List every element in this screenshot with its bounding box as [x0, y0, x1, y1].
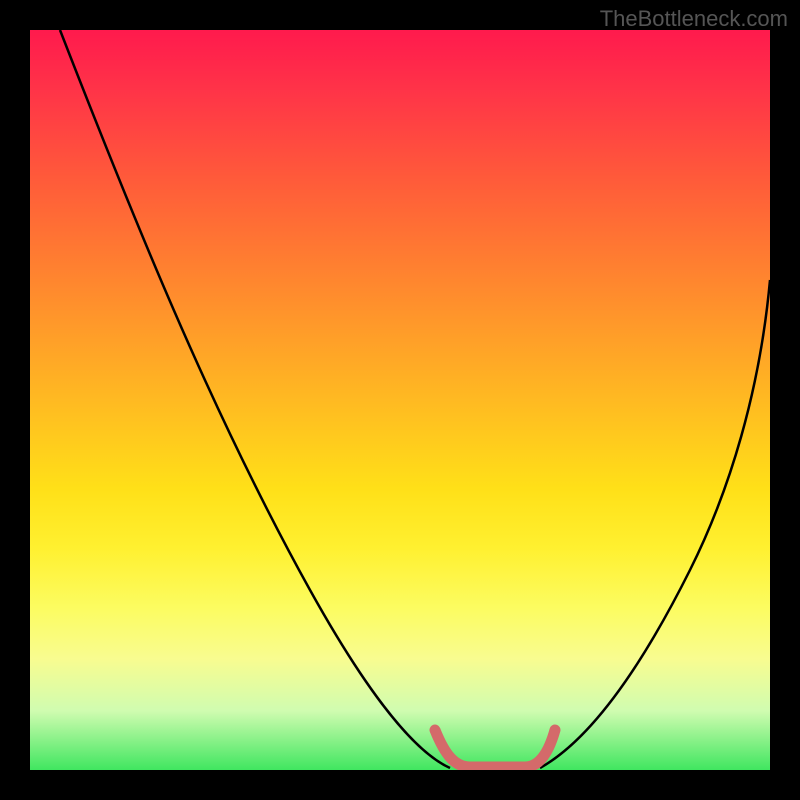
chart-svg [30, 30, 770, 770]
bottleneck-curve-left [60, 30, 450, 768]
plot-area [30, 30, 770, 770]
optimal-range-marker [435, 730, 555, 767]
watermark-text: TheBottleneck.com [600, 6, 788, 32]
bottleneck-curve-right [540, 280, 770, 768]
